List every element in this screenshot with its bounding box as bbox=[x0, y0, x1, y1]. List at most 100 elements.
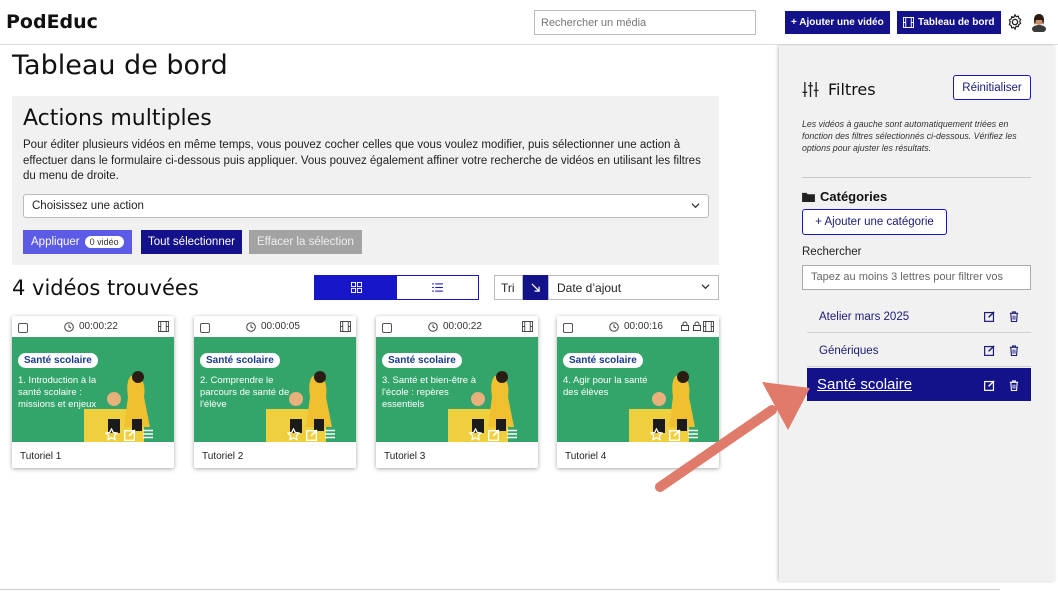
dashboard-button[interactable]: Tableau de bord bbox=[897, 11, 1001, 34]
category-label: Atelier mars 2025 bbox=[819, 310, 910, 323]
video-duration: 00:00:22 bbox=[428, 321, 482, 332]
video-title[interactable]: Tutoriel 4 bbox=[565, 451, 606, 462]
action-select[interactable]: Choisissez une action bbox=[23, 194, 709, 218]
categories-title-label: Catégories bbox=[820, 189, 888, 204]
category-actions bbox=[984, 378, 1019, 395]
apply-label: Appliquer bbox=[31, 236, 80, 248]
dashboard-button-label: Tableau de bord bbox=[918, 17, 995, 28]
trash-icon[interactable] bbox=[1009, 345, 1019, 359]
thumbnail-actions bbox=[469, 428, 518, 442]
footer-divider bbox=[0, 589, 1000, 590]
grid-view-button[interactable] bbox=[315, 276, 397, 299]
video-thumbnail[interactable]: Santé scolaire 3. Santé et bien-être à l'… bbox=[376, 337, 538, 442]
category-item[interactable]: Atelier mars 2025 bbox=[807, 301, 1031, 333]
video-duration: 00:00:16 bbox=[609, 321, 663, 332]
category-search-label: Rechercher bbox=[802, 246, 862, 258]
annotation-arrow bbox=[655, 382, 810, 492]
edit-icon[interactable] bbox=[984, 345, 995, 359]
gear-icon[interactable] bbox=[1006, 13, 1024, 31]
chevron-down-icon bbox=[701, 284, 710, 290]
video-title[interactable]: Tutoriel 2 bbox=[202, 451, 243, 462]
sort-direction-button[interactable] bbox=[523, 275, 548, 300]
edit-icon[interactable] bbox=[984, 378, 995, 395]
list-view-button[interactable] bbox=[397, 276, 478, 299]
category-label: Santé scolaire bbox=[817, 376, 913, 393]
film-icon bbox=[703, 321, 714, 332]
add-category-button[interactable]: + Ajouter une catégorie bbox=[802, 209, 947, 235]
sort-arrow-icon bbox=[531, 283, 540, 292]
film-icon bbox=[158, 321, 169, 332]
video-card[interactable]: 00:00:22 Santé scolaire 3. Santé et bien-ê… bbox=[376, 316, 538, 468]
video-duration-value: 00:00:05 bbox=[261, 321, 300, 332]
edit-icon[interactable] bbox=[123, 428, 136, 442]
film-icon bbox=[340, 321, 351, 332]
clock-icon bbox=[609, 321, 619, 332]
sort-select[interactable]: Date d’ajout bbox=[548, 275, 719, 300]
category-item[interactable]: Génériques bbox=[807, 335, 1031, 367]
category-search-input[interactable]: Tapez au moins 3 lettres pour filtrer vo… bbox=[802, 265, 1031, 290]
video-select-checkbox[interactable] bbox=[382, 323, 392, 333]
sliders-icon bbox=[802, 82, 819, 97]
video-duration: 00:00:05 bbox=[246, 321, 300, 332]
select-all-button[interactable]: Tout sélectionner bbox=[141, 230, 242, 254]
action-select-value: Choisissez une action bbox=[32, 200, 144, 212]
avatar[interactable] bbox=[1030, 12, 1048, 32]
chevron-down-icon bbox=[691, 203, 700, 209]
selection-count-badge: 0 vidéo bbox=[84, 236, 124, 248]
apply-button[interactable]: Appliquer 0 vidéo bbox=[23, 230, 132, 254]
video-thumbnail[interactable]: Santé scolaire 2. Comprendre le parcours … bbox=[194, 337, 356, 442]
category-actions bbox=[984, 345, 1019, 359]
edit-icon[interactable] bbox=[984, 311, 995, 325]
filters-sidebar: Filtres Réinitialiser Les vidéos à gauch… bbox=[779, 46, 1055, 581]
folder-icon bbox=[802, 192, 815, 202]
video-select-checkbox[interactable] bbox=[200, 323, 210, 333]
star-icon[interactable] bbox=[105, 428, 118, 441]
edit-icon[interactable] bbox=[305, 428, 318, 442]
logo[interactable]: PodEduc bbox=[6, 11, 98, 33]
video-thumbnail[interactable]: Santé scolaire 1. Introduction à la santé… bbox=[12, 337, 174, 442]
star-icon[interactable] bbox=[287, 428, 300, 441]
sort-select-value: Date d’ajout bbox=[557, 281, 622, 295]
top-bar: PodEduc + Ajouter une vidéo Tableau de b… bbox=[0, 0, 1058, 45]
add-video-button[interactable]: + Ajouter une vidéo bbox=[785, 11, 890, 34]
search-input[interactable] bbox=[534, 10, 756, 35]
video-title[interactable]: Tutoriel 3 bbox=[384, 451, 425, 462]
video-duration-value: 00:00:22 bbox=[443, 321, 482, 332]
bulk-actions-panel: Actions multiples Pour éditer plusieurs … bbox=[12, 96, 719, 265]
thumbnail-actions bbox=[105, 428, 154, 442]
reset-filters-button[interactable]: Réinitialiser bbox=[953, 75, 1031, 100]
trash-icon[interactable] bbox=[1009, 311, 1019, 325]
restriction-icons bbox=[681, 321, 701, 331]
video-card[interactable]: 00:00:05 Santé scolaire 2. Comprendre le p… bbox=[194, 316, 356, 468]
category-item[interactable]: Santé scolaire bbox=[807, 368, 1031, 401]
film-icon bbox=[903, 17, 914, 28]
thumbnail-actions bbox=[287, 428, 336, 442]
categories-title: Catégories bbox=[802, 189, 887, 204]
category-label: Génériques bbox=[819, 344, 879, 357]
menu-icon[interactable] bbox=[324, 428, 336, 440]
bulk-actions-description: Pour éditer plusieurs vidéos en même tem… bbox=[23, 139, 701, 182]
sort-label: Tri bbox=[494, 275, 523, 300]
video-duration: 00:00:22 bbox=[64, 321, 118, 332]
list-icon bbox=[432, 283, 443, 292]
page-title: Tableau de bord bbox=[12, 50, 228, 81]
clock-icon bbox=[428, 321, 438, 332]
results-count: 4 vidéos trouvées bbox=[12, 276, 199, 300]
video-select-checkbox[interactable] bbox=[563, 323, 573, 333]
menu-icon[interactable] bbox=[506, 428, 518, 440]
video-title[interactable]: Tutoriel 1 bbox=[20, 451, 61, 462]
video-duration-value: 00:00:16 bbox=[624, 321, 663, 332]
video-card[interactable]: 00:00:22 Santé scolaire 1. Introduction à … bbox=[12, 316, 174, 468]
filters-title-label: Filtres bbox=[828, 80, 876, 99]
category-actions bbox=[984, 311, 1019, 325]
film-icon bbox=[522, 321, 533, 332]
clear-selection-button[interactable]: Effacer la sélection bbox=[249, 230, 362, 254]
trash-icon[interactable] bbox=[1009, 378, 1019, 395]
edit-icon[interactable] bbox=[487, 428, 500, 442]
menu-icon[interactable] bbox=[142, 428, 154, 440]
divider bbox=[802, 177, 1031, 178]
clock-icon bbox=[246, 321, 256, 332]
video-select-checkbox[interactable] bbox=[18, 323, 28, 333]
grid-icon bbox=[350, 282, 362, 293]
star-icon[interactable] bbox=[469, 428, 482, 441]
